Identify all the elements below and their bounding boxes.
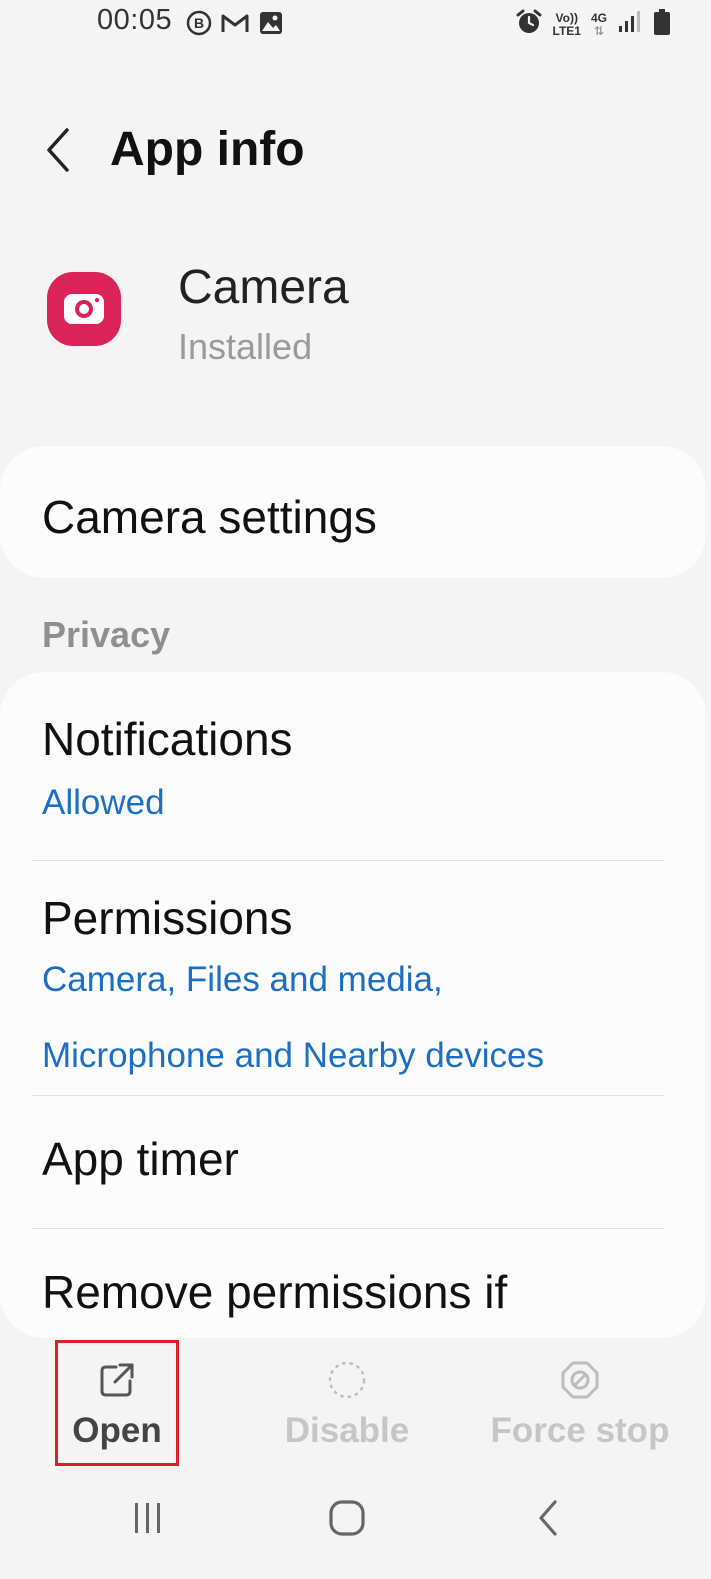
- permissions-title: Permissions: [42, 892, 293, 944]
- open-button[interactable]: Open: [55, 1340, 179, 1466]
- camera-settings-label: Camera settings: [42, 491, 377, 543]
- volte-indicator: Vo)) LTE1: [552, 10, 581, 38]
- gmail-icon: [220, 11, 250, 40]
- data-arrows-icon: ⇅: [593, 23, 605, 38]
- app-name: Camera: [178, 261, 349, 314]
- action-bar: Open Disable Force stop: [0, 1340, 711, 1470]
- open-external-icon: [100, 1363, 134, 1397]
- svg-text:B: B: [194, 15, 204, 31]
- navigation-bar: [0, 1480, 711, 1560]
- remove-permissions-item[interactable]: Remove permissions if: [0, 1229, 706, 1338]
- status-bar: 00:05 B Vo)) LTE1 4G ⇅: [0, 0, 711, 46]
- gallery-icon: [258, 10, 284, 41]
- force-stop-icon: [561, 1361, 599, 1399]
- page-title: App info: [110, 123, 305, 176]
- disable-label: Disable: [284, 1411, 410, 1450]
- nav-back-button[interactable]: [518, 1494, 578, 1542]
- remove-permissions-title: Remove permissions if: [42, 1266, 508, 1318]
- notifications-status: Allowed: [42, 783, 165, 822]
- privacy-card: Notifications Allowed Permissions Camera…: [0, 672, 706, 1338]
- privacy-section-header: Privacy: [42, 614, 171, 655]
- notifications-title: Notifications: [42, 713, 293, 765]
- app-timer-item[interactable]: App timer: [0, 1096, 706, 1228]
- permissions-summary-line2: Microphone and Nearby devices: [42, 1036, 544, 1075]
- b-circle-icon: B: [186, 10, 212, 41]
- notifications-item[interactable]: Notifications Allowed: [0, 672, 706, 860]
- force-stop-button[interactable]: Force stop: [488, 1340, 672, 1451]
- disable-button[interactable]: Disable: [282, 1340, 412, 1451]
- chevron-left-icon: [539, 1500, 557, 1536]
- signal-icon: [617, 10, 643, 39]
- alarm-icon: [515, 8, 543, 41]
- home-button[interactable]: [317, 1494, 377, 1542]
- status-time: 00:05: [97, 4, 173, 36]
- header: App info: [0, 100, 711, 200]
- permissions-summary-line1: Camera, Files and media,: [42, 960, 443, 999]
- permissions-item[interactable]: Permissions Camera, Files and media, Mic…: [0, 861, 706, 1095]
- back-button[interactable]: [36, 124, 80, 176]
- recent-apps-icon: [135, 1503, 160, 1533]
- camera-settings-card[interactable]: Camera settings: [0, 446, 706, 578]
- status-right-icons: Vo)) LTE1 4G ⇅: [515, 8, 671, 41]
- network-type-indicator: 4G ⇅: [590, 10, 607, 38]
- status-left-icons: B: [186, 10, 284, 41]
- app-summary: Camera Installed: [0, 250, 711, 380]
- disable-icon: [328, 1361, 366, 1399]
- home-icon: [329, 1500, 365, 1536]
- open-label: Open: [72, 1411, 162, 1450]
- app-timer-title: App timer: [42, 1133, 239, 1185]
- battery-icon: [653, 8, 671, 41]
- camera-app-icon: [47, 272, 121, 346]
- app-install-status: Installed: [178, 326, 313, 367]
- chevron-left-icon: [47, 128, 69, 172]
- recent-apps-button[interactable]: [118, 1494, 178, 1542]
- force-stop-label: Force stop: [490, 1411, 670, 1450]
